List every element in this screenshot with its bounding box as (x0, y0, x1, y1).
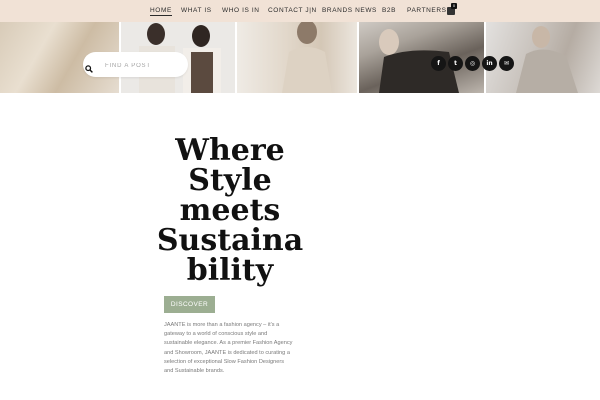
instagram-icon[interactable]: ◎ (465, 56, 480, 71)
hero-photo-4 (359, 22, 484, 93)
hero-photo-3 (237, 22, 357, 93)
email-icon[interactable]: ✉ (499, 56, 514, 71)
headline-line: Sustaina (156, 223, 304, 258)
linkedin-icon[interactable]: in (482, 56, 497, 71)
woman-illustration (282, 22, 332, 93)
search-bar (83, 52, 188, 77)
headline-line: bility (186, 253, 274, 288)
man-illustration (379, 29, 459, 93)
nav-what-is[interactable]: WHAT IS (181, 7, 212, 14)
headline-line: Style (188, 163, 272, 198)
nav-brands-news[interactable]: BRANDS NEWS (322, 7, 377, 14)
top-nav: HOME WHAT IS WHO IS IN CONTACT J|N BRAND… (0, 0, 600, 22)
nav-contact[interactable]: CONTACT J|N (268, 7, 317, 14)
page-headline: Where Style meets Sustaina bility (150, 136, 310, 286)
nav-partners[interactable]: PARTNERS (407, 7, 447, 14)
discover-button[interactable]: DISCOVER (164, 296, 215, 313)
nav-who-is-in[interactable]: WHO IS IN (222, 7, 260, 14)
intro-description: JAANTE is more than a fashion agency – i… (164, 322, 293, 375)
headline-line: Where (175, 133, 285, 168)
search-input[interactable] (103, 57, 187, 74)
nav-b2b[interactable]: B2B (382, 7, 396, 14)
nav-home[interactable]: HOME (150, 7, 172, 16)
headline-line: meets (179, 193, 281, 228)
twitter-icon[interactable]: t (448, 56, 463, 71)
facebook-icon[interactable]: f (431, 56, 446, 71)
search-icon[interactable] (85, 60, 93, 78)
cart-count-badge: 0 (451, 3, 457, 9)
